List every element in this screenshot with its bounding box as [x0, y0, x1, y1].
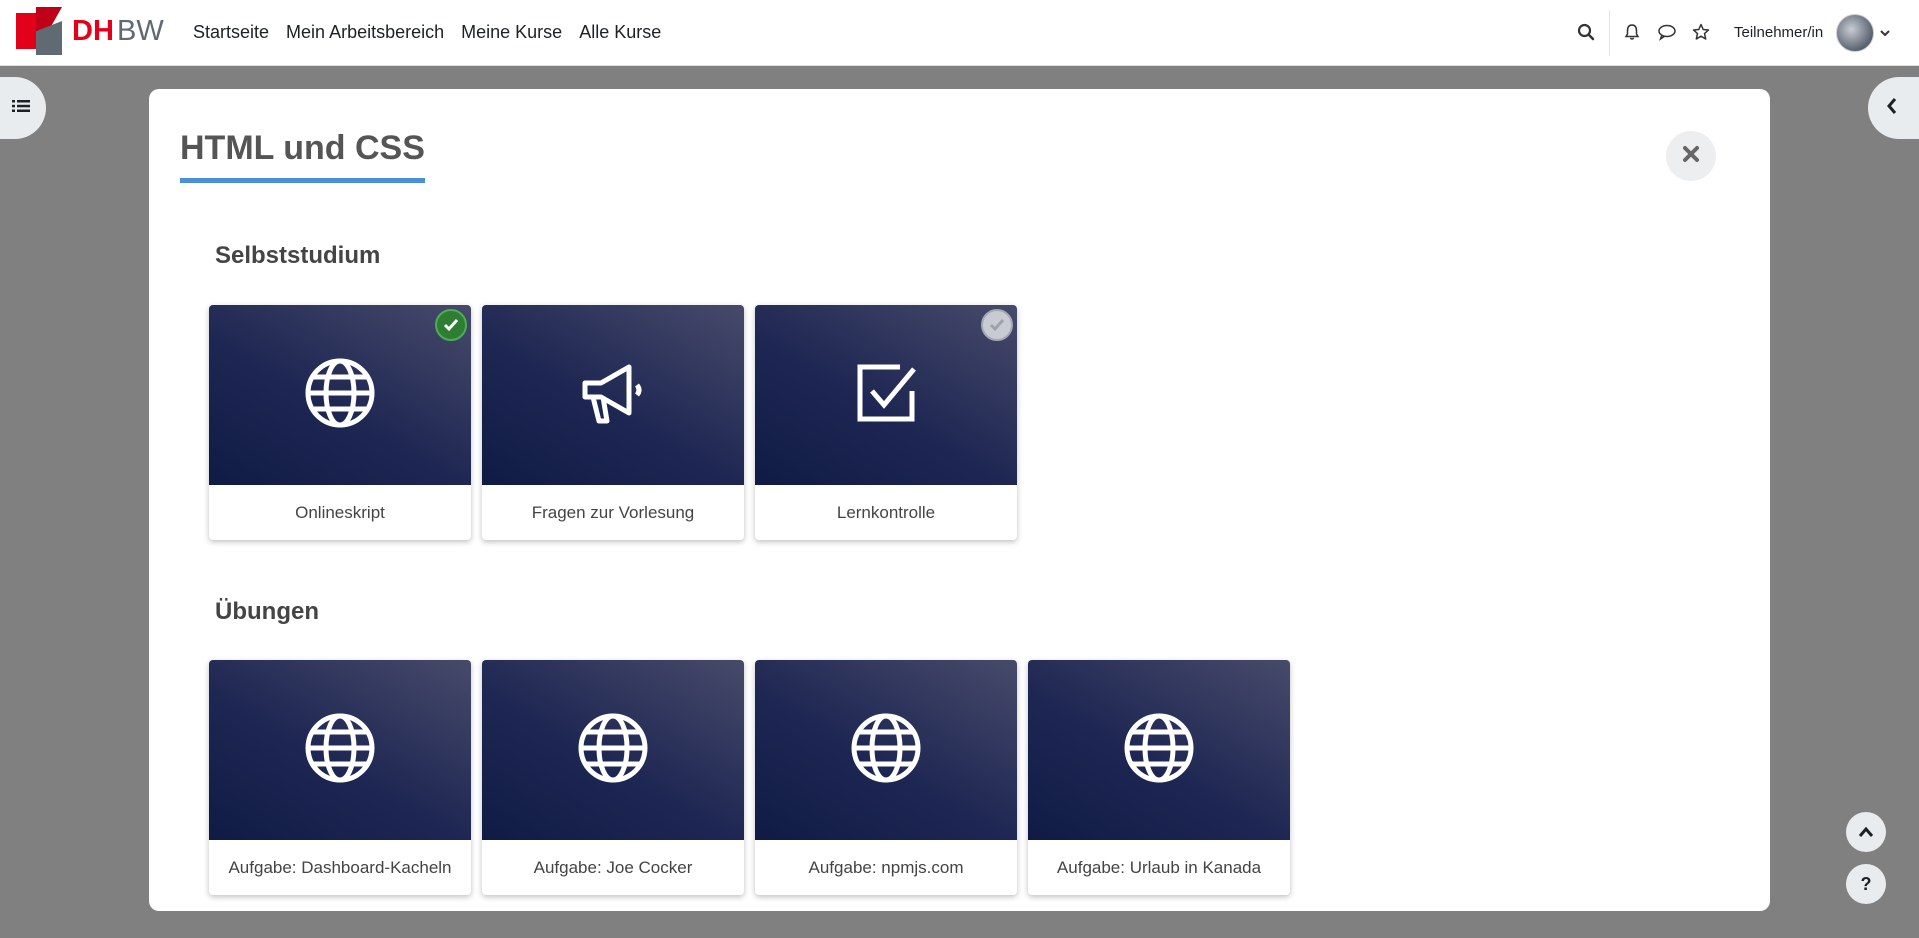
completion-check-icon[interactable]: [435, 309, 467, 341]
globe-icon: [1123, 712, 1195, 789]
search-icon[interactable]: [1576, 22, 1596, 42]
activity-card-dashboard-kacheln[interactable]: Aufgabe: Dashboard-Kacheln: [209, 660, 471, 895]
card-image: [482, 305, 744, 485]
chat-bubble-icon[interactable]: [1657, 22, 1677, 42]
nav-link-arbeitsbereich[interactable]: Mein Arbeitsbereich: [286, 22, 444, 43]
activity-card-npmjs[interactable]: Aufgabe: npmjs.com: [755, 660, 1017, 895]
activity-card-lernkontrolle[interactable]: Lernkontrolle: [755, 305, 1017, 540]
card-label: Aufgabe: Urlaub in Kanada: [1056, 857, 1262, 877]
section-title-selbststudium: Selbststudium: [215, 242, 381, 269]
card-image: [209, 305, 471, 485]
globe-icon: [304, 712, 376, 789]
logo-text-dh: DH: [72, 15, 114, 47]
megaphone-icon: [577, 357, 649, 434]
card-label: Onlineskript: [295, 502, 385, 522]
checkbox-icon: [850, 357, 922, 434]
chevron-left-icon: [1886, 97, 1898, 120]
card-image: [209, 660, 471, 840]
modal-title: HTML und CSS: [180, 129, 425, 183]
section-title-uebungen: Übungen: [215, 598, 319, 625]
activity-card-joe-cocker[interactable]: Aufgabe: Joe Cocker: [482, 660, 744, 895]
nav-link-startseite[interactable]: Startseite: [193, 22, 269, 43]
nav-link-meine-kurse[interactable]: Meine Kurse: [461, 22, 562, 43]
activity-card-onlineskript[interactable]: Onlineskript: [209, 305, 471, 540]
back-to-top-button[interactable]: [1846, 812, 1886, 852]
help-label: ?: [1860, 873, 1872, 894]
list-icon: [12, 98, 30, 119]
card-label: Aufgabe: npmjs.com: [808, 857, 964, 877]
card-image: [482, 660, 744, 840]
card-label: Aufgabe: Dashboard-Kacheln: [228, 857, 452, 877]
card-label: Lernkontrolle: [836, 502, 936, 522]
user-role-label: Teilnehmer/in: [1734, 24, 1824, 41]
block-drawer-toggle[interactable]: [1868, 77, 1919, 139]
close-icon: [1682, 145, 1700, 168]
user-avatar[interactable]: [1836, 14, 1874, 52]
primary-nav: Startseite Mein Arbeitsbereich Meine Kur…: [193, 22, 678, 43]
activity-card-fragen[interactable]: Fragen zur Vorlesung: [482, 305, 744, 540]
close-button[interactable]: [1666, 131, 1716, 181]
dhbw-logo[interactable]: DH BW: [16, 7, 164, 55]
card-image: [755, 305, 1017, 485]
card-label: Aufgabe: Joe Cocker: [533, 857, 693, 877]
activity-modal: HTML und CSS Selbststudium Onlineskript …: [149, 89, 1770, 911]
bell-icon[interactable]: [1622, 22, 1642, 42]
activity-card-urlaub-kanada[interactable]: Aufgabe: Urlaub in Kanada: [1028, 660, 1290, 895]
card-image: [1028, 660, 1290, 840]
top-navbar: DH BW Startseite Mein Arbeitsbereich Mei…: [0, 0, 1919, 66]
navbar-divider: [1609, 10, 1610, 56]
star-icon[interactable]: [1691, 22, 1711, 42]
globe-icon: [304, 357, 376, 434]
nav-link-alle-kurse[interactable]: Alle Kurse: [579, 22, 661, 43]
card-image: [755, 660, 1017, 840]
card-label: Fragen zur Vorlesung: [531, 502, 695, 522]
chevron-up-icon: [1858, 822, 1874, 843]
course-index-toggle[interactable]: [0, 77, 46, 139]
logo-text-bw: BW: [117, 15, 164, 47]
chevron-down-icon[interactable]: [1879, 26, 1891, 44]
completion-check-icon[interactable]: [981, 309, 1013, 341]
help-button[interactable]: ?: [1846, 864, 1886, 904]
globe-icon: [577, 712, 649, 789]
globe-icon: [850, 712, 922, 789]
